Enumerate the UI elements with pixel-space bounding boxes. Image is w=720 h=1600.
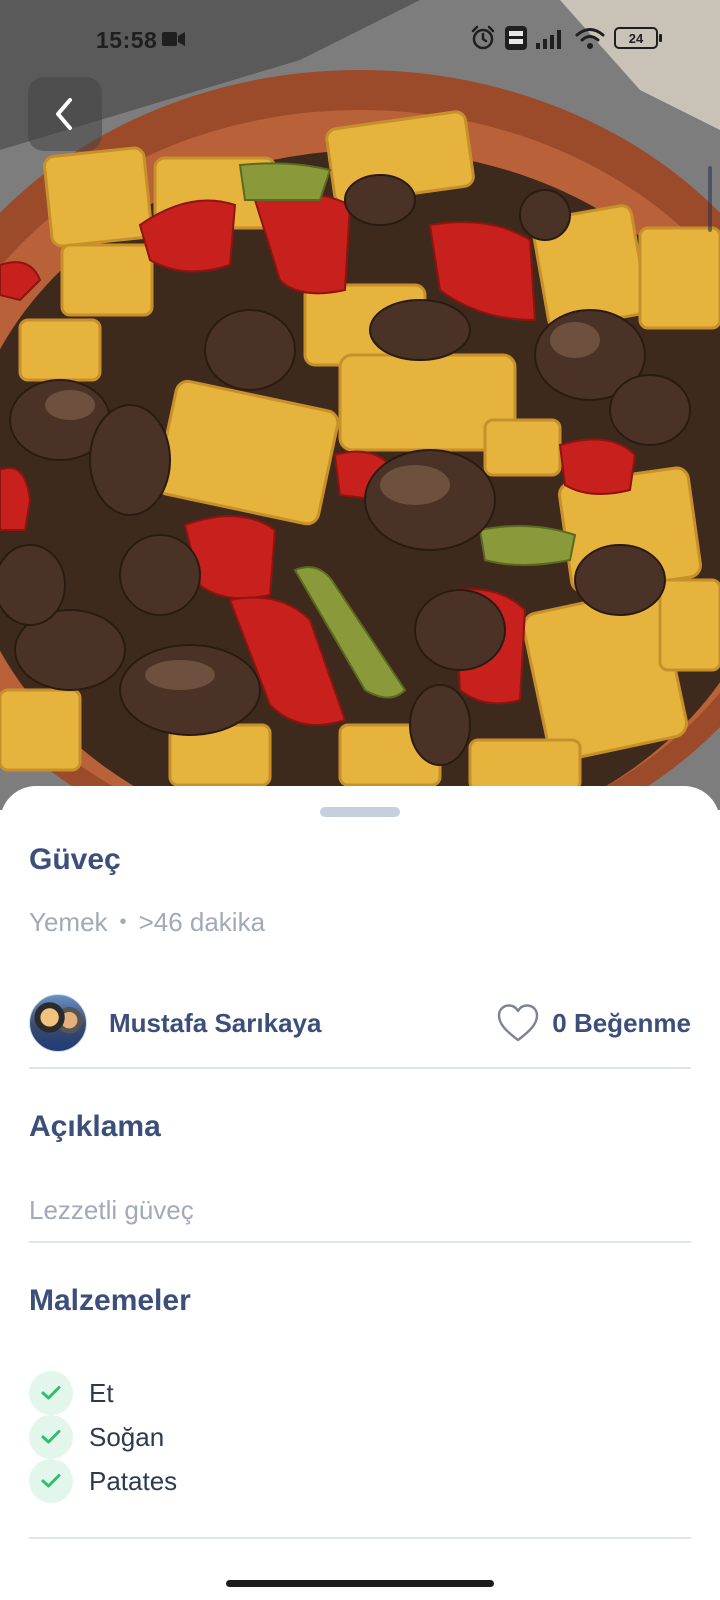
wifi-icon xyxy=(575,28,605,49)
divider xyxy=(29,1067,691,1069)
divider xyxy=(29,1537,691,1539)
food-photo xyxy=(0,0,720,810)
status-bar: 15:58 24 xyxy=(0,0,720,80)
scrollbar[interactable] xyxy=(708,166,712,232)
volte-icon xyxy=(505,26,527,50)
ingredient-label: Soğan xyxy=(89,1421,165,1452)
status-time: 15:58 xyxy=(96,27,158,53)
ingredient-label: Et xyxy=(89,1377,114,1408)
author-name[interactable]: Mustafa Sarıkaya xyxy=(109,1008,321,1039)
ingredient-label: Patates xyxy=(89,1465,178,1496)
author-row: Mustafa Sarıkaya 0 Beğenme xyxy=(29,993,691,1053)
description-heading: Açıklama xyxy=(29,1110,161,1143)
description-text: Lezzetli güveç xyxy=(29,1195,194,1225)
like-button[interactable]: 0 Beğenme xyxy=(496,1003,691,1043)
status-icons: 24 xyxy=(470,25,662,51)
ingredients-list: Et Soğan Patates xyxy=(29,1371,177,1503)
recipe-hero-image xyxy=(0,0,720,810)
check-icon xyxy=(29,1415,73,1459)
video-record-icon xyxy=(162,32,185,46)
recipe-detail-sheet: Güveç Yemek • >46 dakika Mustafa Sarıkay… xyxy=(0,786,720,1600)
ingredient-item: Et xyxy=(29,1371,177,1415)
check-icon xyxy=(29,1459,73,1503)
back-button[interactable] xyxy=(28,77,102,151)
chevron-left-icon xyxy=(56,98,72,130)
recipe-title: Güveç xyxy=(29,843,121,876)
signal-icon xyxy=(536,30,561,49)
avatar[interactable] xyxy=(29,994,87,1052)
meta-separator: • xyxy=(119,911,127,933)
home-indicator[interactable] xyxy=(226,1580,494,1587)
battery-icon: 24 xyxy=(614,27,662,49)
battery-level: 24 xyxy=(628,30,644,46)
recipe-category: Yemek xyxy=(29,907,108,937)
ingredient-item: Patates xyxy=(29,1459,177,1503)
ingredients-heading: Malzemeler xyxy=(29,1284,191,1317)
divider xyxy=(29,1241,691,1243)
heart-icon xyxy=(498,1004,539,1042)
drag-handle[interactable] xyxy=(320,807,400,817)
alarm-icon xyxy=(471,25,495,50)
recipe-meta: Yemek • >46 dakika xyxy=(29,907,265,938)
check-icon xyxy=(29,1371,73,1415)
recipe-duration: >46 dakika xyxy=(138,907,266,937)
likes-count: 0 Beğenme xyxy=(552,1007,691,1038)
ingredient-item: Soğan xyxy=(29,1415,177,1459)
